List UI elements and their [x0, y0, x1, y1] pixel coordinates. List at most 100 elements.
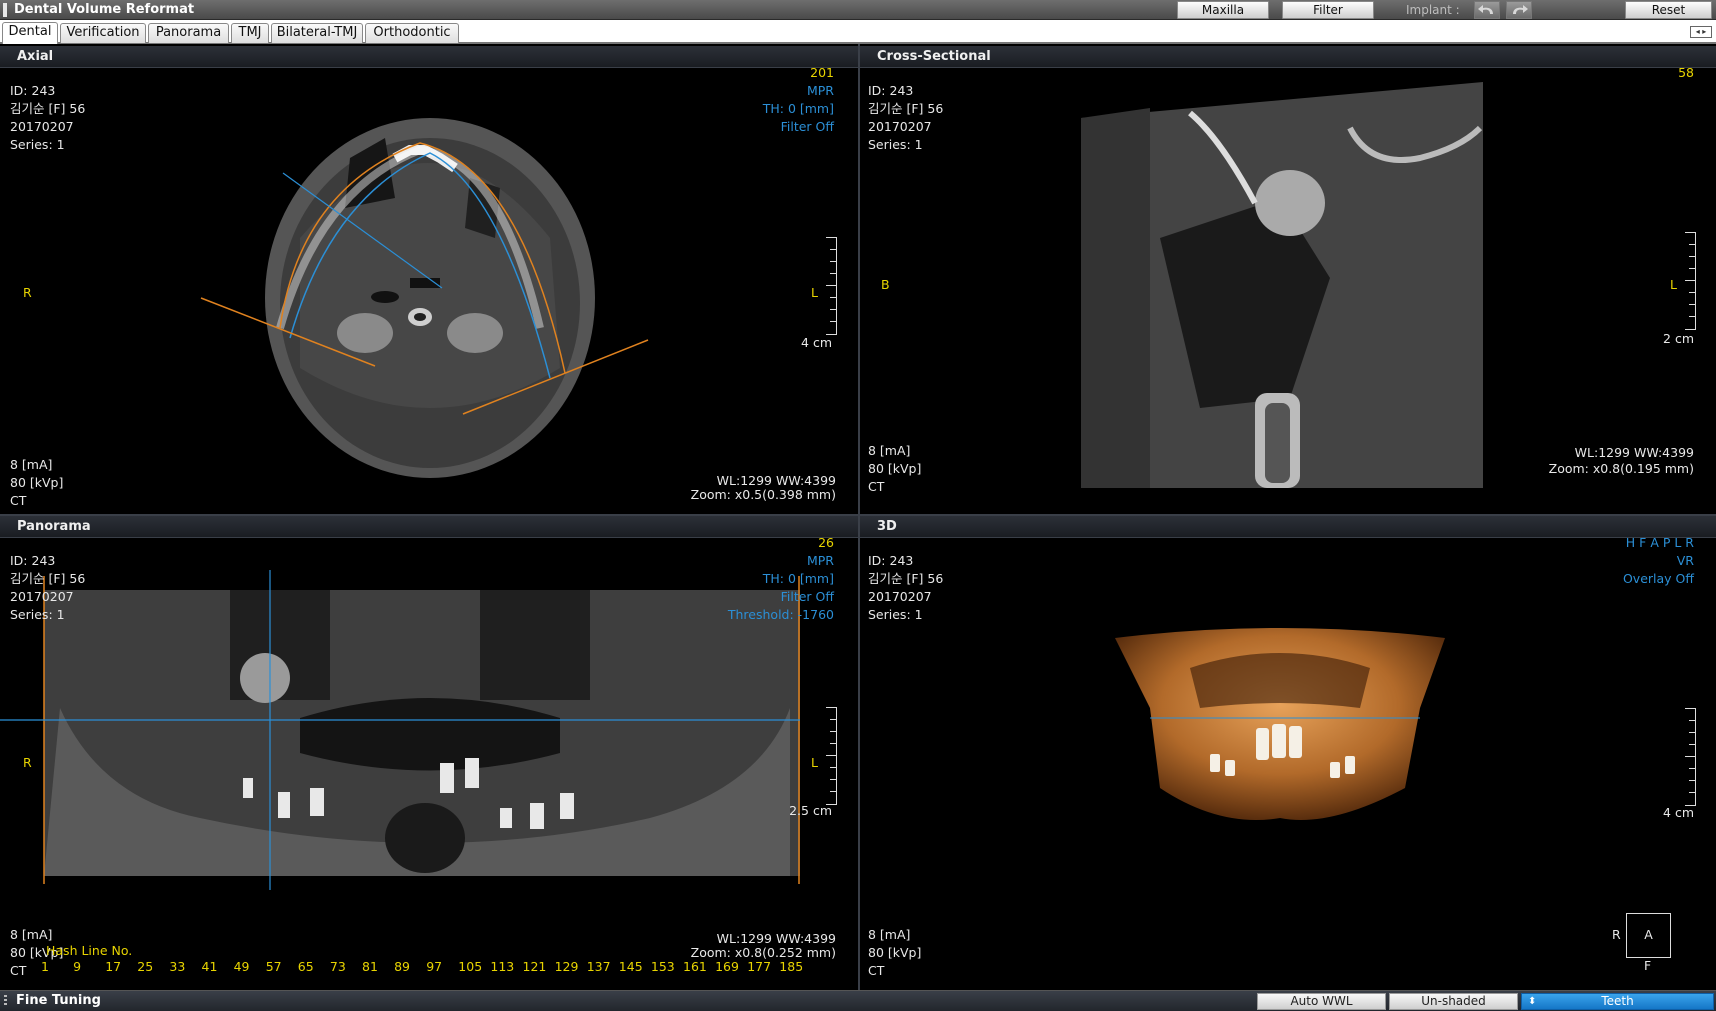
cross-sectional-header: Cross-Sectional [860, 46, 1716, 68]
axial-scale-bar [826, 237, 837, 335]
cross-ma: 8 [mA] [868, 443, 911, 458]
vr-ma: 8 [mA] [868, 927, 911, 942]
axial-study-date: 20170207 [10, 119, 74, 134]
vr-orientation-buttons[interactable]: H F A P L R [1626, 534, 1694, 552]
panorama-title: Panorama [17, 519, 91, 534]
axial-ma: 8 [mA] [10, 457, 53, 472]
orientation-cube-front: A [1644, 927, 1653, 942]
reset-button[interactable]: Reset [1625, 1, 1712, 19]
volume-3d-title: 3D [877, 519, 897, 534]
hash-line-number: 73 [329, 959, 346, 974]
window-title: Dental Volume Reformat [14, 2, 195, 17]
axial-image[interactable] [0, 68, 858, 514]
panorama-left-marker: R [23, 755, 32, 770]
tab-orthodontic[interactable]: Orthodontic [365, 23, 459, 43]
axial-filter-status: Filter Off [780, 119, 834, 134]
cross-zoom: Zoom: x0.8(0.195 mm) [1548, 461, 1694, 476]
panorama-scale-bar [826, 707, 837, 805]
fine-tuning-grip[interactable] [4, 995, 7, 1007]
axial-series: Series: 1 [10, 137, 65, 152]
hash-line-number: 41 [201, 959, 218, 974]
cross-patient-name: 김기순 [F] 56 [868, 101, 944, 116]
maxilla-button[interactable]: Maxilla [1177, 1, 1269, 19]
vr-patient-name: 김기순 [F] 56 [868, 571, 944, 586]
auto-wwl-button[interactable]: Auto WWL [1257, 993, 1386, 1010]
tab-bilateral-tmj[interactable]: Bilateral-TMJ [271, 23, 363, 43]
vr-kvp: 80 [kVp] [868, 945, 922, 960]
hash-line-number: 113 [490, 959, 515, 974]
cross-study-date: 20170207 [868, 119, 932, 134]
window-grip[interactable] [3, 3, 7, 17]
redo-icon [1513, 5, 1528, 14]
fine-tuning-label: Fine Tuning [16, 993, 101, 1008]
orientation-cube-bottom: F [1644, 958, 1652, 973]
hash-line-number: 65 [297, 959, 314, 974]
volume-3d-header: 3D [860, 516, 1716, 538]
axial-title: Axial [17, 49, 54, 64]
cross-series: Series: 1 [868, 137, 923, 152]
hash-line-number: 17 [105, 959, 122, 974]
cross-right-marker: L [1670, 277, 1677, 292]
hash-line-number: 49 [233, 959, 250, 974]
cross-scale-label: 2 cm [1663, 331, 1694, 346]
implant-label: Implant : [1406, 3, 1460, 17]
hash-line-number: 129 [554, 959, 579, 974]
hash-line-number: 1 [41, 959, 49, 974]
cross-sectional-title: Cross-Sectional [877, 49, 991, 64]
teeth-select[interactable]: ⬍ Teeth [1521, 993, 1714, 1010]
cross-sectional-pane[interactable]: Cross-Sectional ID: 243 김기순 [F] 56 20170… [860, 46, 1716, 514]
filter-button[interactable]: Filter [1282, 1, 1374, 19]
tab-scroll-arrows[interactable]: ◂ ▸ [1690, 26, 1712, 38]
panorama-patient-id: ID: 243 [10, 553, 56, 568]
hash-line-number: 145 [618, 959, 643, 974]
vr-study-date: 20170207 [868, 589, 932, 604]
pane-divider-horizontal[interactable] [0, 514, 1716, 516]
panorama-thickness: TH: 0 [mm] [762, 571, 834, 586]
cross-modality: CT [868, 479, 885, 494]
tab-verification[interactable]: Verification [60, 23, 146, 43]
panorama-zoom: Zoom: x0.8(0.252 mm) [690, 945, 836, 960]
redo-button[interactable] [1506, 1, 1532, 19]
panorama-patient-name: 김기순 [F] 56 [10, 571, 86, 586]
tab-dental[interactable]: Dental [2, 22, 58, 44]
fine-tuning-bar: Fine Tuning Auto WWL Un-shaded ⬍ Teeth [0, 990, 1716, 1011]
cross-kvp: 80 [kVp] [868, 461, 922, 476]
orientation-cube[interactable]: A [1626, 913, 1671, 958]
volume-3d-pane[interactable]: 3D ID: 243 김기순 [F] 56 20170207 Series: 1… [860, 516, 1716, 990]
chevron-updown-icon: ⬍ [1528, 996, 1537, 1007]
panorama-study-date: 20170207 [10, 589, 74, 604]
pane-divider-vertical[interactable] [858, 44, 860, 990]
vr-mode: VR [1676, 553, 1694, 568]
axial-slice-number: 201 [810, 65, 834, 80]
cross-scale-bar [1685, 232, 1696, 330]
panorama-series: Series: 1 [10, 607, 65, 622]
hash-line-number: 81 [362, 959, 378, 974]
hash-line-number: 121 [522, 959, 547, 974]
axial-patient-id: ID: 243 [10, 83, 56, 98]
cross-left-marker: B [881, 277, 890, 292]
axial-zoom: Zoom: x0.5(0.398 mm) [690, 487, 836, 502]
hash-line-number: 57 [265, 959, 282, 974]
tab-panorama[interactable]: Panorama [148, 23, 229, 43]
axial-pane[interactable]: Axial ID: 243 김기순 [F] 56 20170207 Series… [0, 46, 858, 514]
tab-tmj[interactable]: TMJ [231, 23, 269, 43]
title-bar: Dental Volume Reformat Maxilla Filter Im… [0, 0, 1716, 20]
hash-line-number: 153 [650, 959, 675, 974]
hash-line-number: 97 [426, 959, 443, 974]
teeth-select-value: Teeth [1601, 994, 1634, 1008]
volume-3d-render[interactable] [860, 538, 1716, 990]
vr-scale-label: 4 cm [1663, 805, 1694, 820]
axial-left-marker: R [23, 285, 32, 300]
panorama-scale-label: 2.5 cm [789, 803, 832, 818]
vr-modality: CT [868, 963, 885, 978]
undo-button[interactable] [1474, 1, 1500, 19]
hash-line-number: 137 [586, 959, 611, 974]
vr-scale-bar [1685, 708, 1696, 806]
hash-line-number: 25 [137, 959, 154, 974]
unshaded-button[interactable]: Un-shaded [1389, 993, 1518, 1010]
panorama-pane[interactable]: Panorama ID: 243 김기순 [F] 56 20170207 Ser… [0, 516, 858, 990]
panorama-filter-status: Filter Off [780, 589, 834, 604]
undo-icon [1478, 5, 1493, 14]
cross-patient-id: ID: 243 [868, 83, 914, 98]
axial-kvp: 80 [kVp] [10, 475, 64, 490]
